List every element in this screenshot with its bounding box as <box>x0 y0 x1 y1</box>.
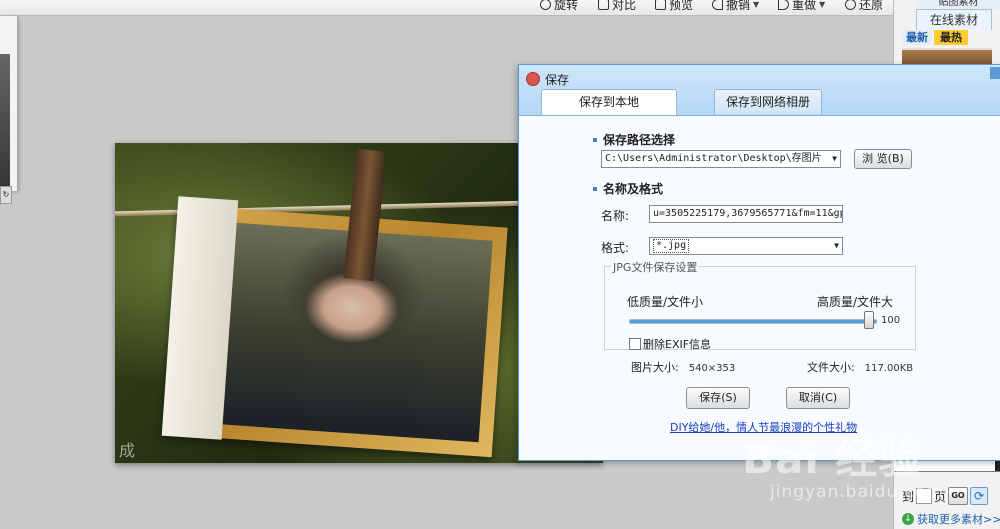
image-size-info: 图片大小: 540×353 <box>631 359 735 375</box>
file-size-label: 文件大小: <box>807 361 855 374</box>
preview-button[interactable]: 预览 <box>655 0 693 12</box>
redo-icon <box>778 0 789 10</box>
chevron-down-icon: ▼ <box>832 154 837 163</box>
download-icon: ↓ <box>902 513 914 525</box>
go-button[interactable]: GO <box>948 487 969 505</box>
undo-icon <box>712 0 723 10</box>
more-materials-label: 获取更多素材>> <box>917 513 1000 526</box>
more-materials-link[interactable]: ↓ 获取更多素材>> <box>902 511 1000 527</box>
file-size-value: 117.00KB <box>864 363 914 374</box>
left-side-panel: ↻ <box>0 16 18 204</box>
path-section-label: 保存路径选择 <box>603 133 676 147</box>
restore-icon <box>845 0 856 10</box>
redo-label: 重做 <box>792 0 817 12</box>
restore-label: 还原 <box>859 0 884 12</box>
compare-button[interactable]: 对比 <box>598 0 636 12</box>
bullet-icon <box>593 137 597 142</box>
restore-button[interactable]: 还原 <box>845 0 883 12</box>
quality-slider-track[interactable] <box>629 319 877 324</box>
undo-label: 撤销 <box>726 0 751 12</box>
rotate-button[interactable]: 旋转 <box>540 0 578 12</box>
compare-label: 对比 <box>612 0 637 12</box>
file-size-info: 文件大小: 117.00KB <box>807 359 913 375</box>
undo-button[interactable]: 撤销 ▼ <box>712 0 759 12</box>
name-section-heading: 名称及格式 <box>593 180 663 197</box>
jpg-settings-group: JPG文件保存设置 低质量/文件小 高质量/文件大 100 删除EXIF信息 <box>604 259 916 352</box>
remove-exif-option[interactable]: 删除EXIF信息 <box>629 336 711 352</box>
quality-slider-thumb[interactable] <box>864 311 874 329</box>
photo-watermark: 成 <box>119 441 136 460</box>
preview-label: 预览 <box>669 0 694 12</box>
dialog-title-bar[interactable]: 保存 保存到本地 保存到网络相册 <box>519 65 1000 116</box>
tab-save-album[interactable]: 保存到网络相册 <box>714 89 822 114</box>
high-quality-label: 高质量/文件大 <box>816 295 893 309</box>
top-toolbar: 旋转 对比 预览 撤销 ▼ 重做 ▼ 还原 <box>0 0 893 16</box>
format-label: 格式: <box>601 241 630 255</box>
save-path-value: C:\Users\Administrator\Desktop\存图片 <box>605 153 822 164</box>
rotate-label: 旋转 <box>554 0 579 12</box>
undo-dropdown-icon[interactable]: ▼ <box>753 0 759 9</box>
low-quality-label: 低质量/文件小 <box>627 295 704 309</box>
baidu-watermark-logo: Bai 经验 <box>742 434 922 483</box>
format-select[interactable]: *.jpg ▼ <box>649 237 843 255</box>
image-size-value: 540×353 <box>688 363 736 374</box>
compare-icon <box>598 0 609 10</box>
quality-slider-fill <box>630 320 876 323</box>
dialog-title: 保存 <box>545 73 570 87</box>
baidu-watermark-url: jingyan.baidu.com <box>770 482 944 502</box>
cancel-button[interactable]: 取消(C) <box>786 387 850 409</box>
remove-exif-label: 删除EXIF信息 <box>643 338 712 351</box>
jpg-settings-legend: JPG文件保存设置 <box>611 259 700 275</box>
save-path-select[interactable]: C:\Users\Administrator\Desktop\存图片 ▼ <box>601 150 841 168</box>
redo-dropdown-icon[interactable]: ▼ <box>819 0 825 9</box>
refresh-icon[interactable]: ⟳ <box>970 487 989 505</box>
format-value: *.jpg <box>653 239 690 253</box>
name-section-label: 名称及格式 <box>603 182 664 196</box>
tab-save-local[interactable]: 保存到本地 <box>541 89 677 115</box>
subtab-hottest[interactable]: 最热 <box>934 30 968 45</box>
app-logo-icon <box>526 72 540 86</box>
rotate-icon <box>540 0 551 10</box>
tab-online-materials[interactable]: 在线素材 <box>916 9 992 30</box>
subtab-newest[interactable]: 最新 <box>902 30 932 45</box>
path-section-heading: 保存路径选择 <box>593 131 675 148</box>
left-panel-preview <box>0 54 10 194</box>
preview-icon <box>655 0 666 10</box>
browse-button[interactable]: 浏 览(B) <box>854 149 912 169</box>
save-dialog: 保存 保存到本地 保存到网络相册 保存路径选择 C:\Users\Adminis… <box>518 64 1000 461</box>
image-size-label: 图片大小: <box>631 361 679 374</box>
save-button[interactable]: 保存(S) <box>686 387 750 409</box>
quality-value: 100 <box>881 315 901 326</box>
name-label: 名称: <box>601 209 630 223</box>
left-panel-button[interactable]: ↻ <box>0 186 12 204</box>
file-name-input[interactable]: u=3505225179,3679565771&fm=11&gp=0_ <box>649 205 843 223</box>
remove-exif-checkbox[interactable] <box>629 338 641 350</box>
dialog-close-icon[interactable] <box>990 67 1000 79</box>
redo-button[interactable]: 重做 ▼ <box>778 0 825 12</box>
bullet-icon <box>593 186 597 191</box>
chevron-down-icon: ▼ <box>834 241 839 250</box>
